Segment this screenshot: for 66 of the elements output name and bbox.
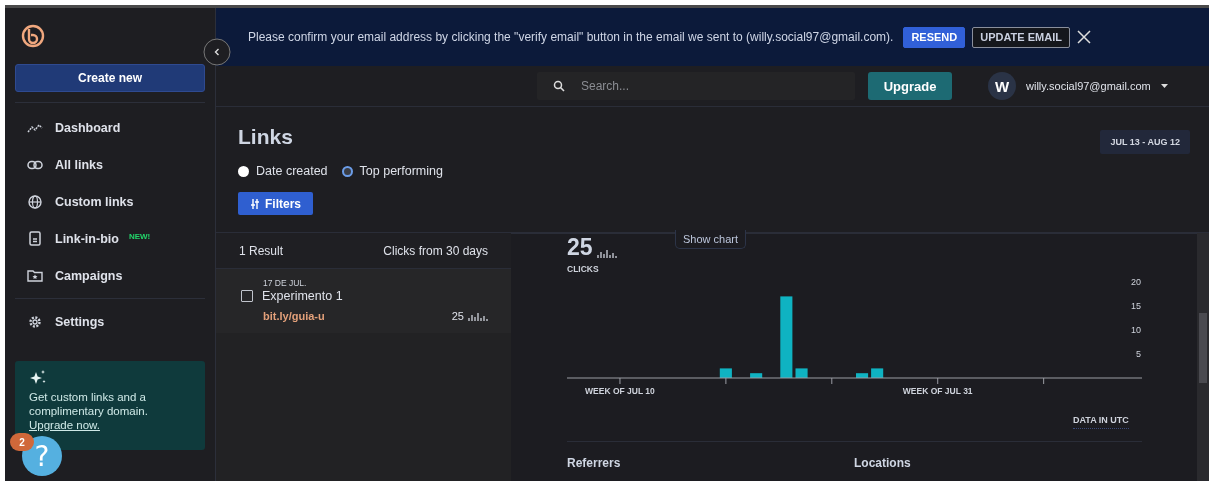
promo-text: Get custom links and a complimentary domain. Upgrade now.: [29, 390, 149, 432]
nav-item[interactable]: Campaigns: [15, 257, 205, 294]
folder-star-icon: [27, 269, 43, 282]
y-tick-label: 15: [1131, 301, 1141, 311]
y-tick-label: 20: [1131, 277, 1141, 287]
bar[interactable]: [856, 373, 869, 378]
bar[interactable]: [780, 296, 793, 378]
link-date: 17 DE JUL.: [263, 278, 308, 288]
click-count: 25: [451, 310, 464, 322]
sort-option-label: Date created: [256, 164, 328, 178]
checkbox[interactable]: [241, 290, 253, 302]
notification-badge: 2: [10, 433, 34, 451]
bar[interactable]: [719, 368, 732, 378]
bar[interactable]: [750, 373, 763, 378]
timezone-note: DATA IN UTC: [1073, 415, 1129, 429]
column-heading: Clicks from 30 days: [383, 243, 488, 258]
update-email-button[interactable]: UPDATE EMAIL: [972, 26, 1070, 48]
settings-icon: [28, 314, 42, 329]
clicks-label: CLICKS: [567, 264, 599, 274]
x-tick-label: WEEK OF JUL 10: [585, 386, 655, 396]
new-label: NEW!: [128, 232, 151, 241]
section-heading: Referrers: [567, 456, 622, 470]
nav-item[interactable]: Settings: [15, 303, 205, 340]
upgrade-button[interactable]: Upgrade: [868, 72, 952, 100]
x-tick-label: WEEK OF JUL 31: [902, 386, 973, 396]
sliders-icon: [250, 198, 260, 209]
sparkle-icon: [29, 369, 47, 385]
link-title: Experimento 1: [262, 289, 343, 303]
collapse-button[interactable]: [203, 38, 231, 66]
sort-option-label: Top performing: [359, 164, 443, 178]
nav-item[interactable]: Custom links: [15, 183, 205, 220]
y-tick-label: 5: [1136, 349, 1141, 359]
nav-item[interactable]: All links: [15, 146, 205, 183]
radio-button[interactable]: [238, 165, 249, 177]
upgrade-link[interactable]: Upgrade now.: [29, 419, 100, 431]
bar[interactable]: [795, 368, 808, 378]
nav-item[interactable]: Dashboard: [15, 109, 205, 146]
show-chart-tab[interactable]: Show chart: [675, 230, 747, 249]
total-clicks: 25: [567, 236, 593, 258]
bar[interactable]: [871, 368, 884, 378]
create-new-button[interactable]: Create new: [15, 64, 205, 92]
link-row[interactable]: 17 DE JUL. Experimento 1 bit.ly/guia-u 25: [216, 269, 511, 333]
phone-icon: [29, 231, 41, 246]
scrollbar[interactable]: [1197, 233, 1209, 481]
globe-icon: [28, 194, 42, 209]
y-tick-label: 10: [1131, 325, 1141, 335]
close-icon[interactable]: [1076, 30, 1091, 44]
search-field[interactable]: Search...: [537, 72, 855, 100]
avatar[interactable]: W: [988, 72, 1016, 100]
result-count: 1 Result: [239, 243, 284, 258]
page-title: Links: [238, 125, 293, 149]
banner-message: Please confirm your email address by clicking the "verify email" button in the email we sent to (willy.social97@gmail.com).: [248, 30, 894, 44]
bar-chart-icon: [468, 311, 488, 321]
date-range-button[interactable]: JUL 13 - AUG 12: [1100, 130, 1190, 154]
nav-item[interactable]: Link-in-bio NEW!: [15, 220, 205, 257]
radio-button[interactable]: [341, 165, 353, 177]
account-email[interactable]: willy.social97@gmail.com: [1026, 80, 1151, 92]
filters-button[interactable]: Filters: [238, 192, 313, 215]
bar-chart-icon: [596, 249, 617, 258]
caret-icon[interactable]: [1160, 84, 1168, 88]
search-icon: [553, 80, 565, 92]
short-link[interactable]: bit.ly/guia-u: [263, 310, 325, 322]
section-heading: Locations: [854, 456, 912, 470]
logo[interactable]: [21, 24, 45, 48]
link-icon: [27, 159, 43, 170]
resend-button[interactable]: RESEND: [903, 26, 966, 48]
